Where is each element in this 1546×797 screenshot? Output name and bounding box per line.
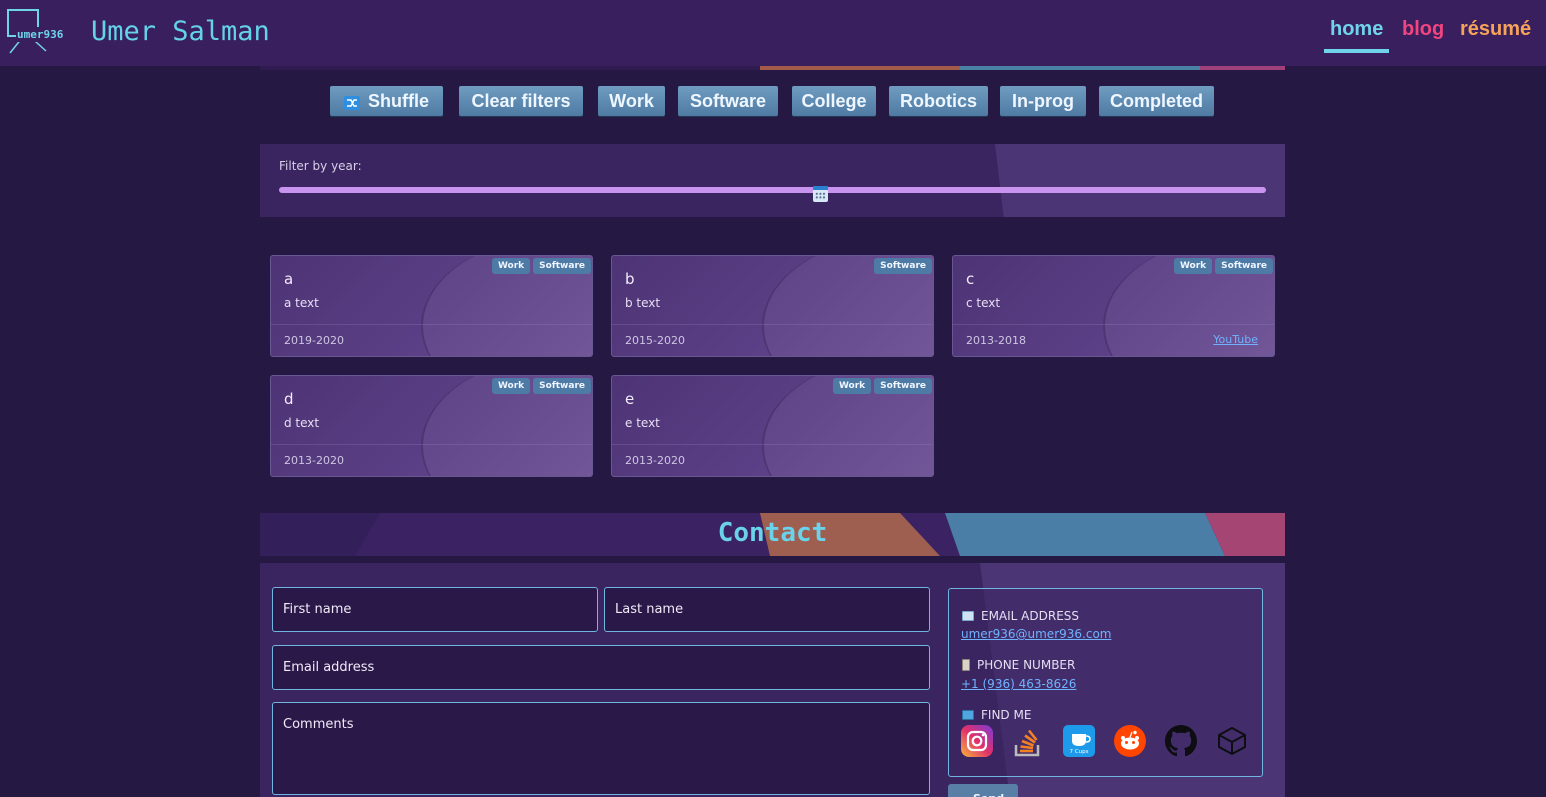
instagram-icon[interactable] — [961, 725, 993, 757]
site-header: umer936 Umer Salman home blog résumé — [0, 0, 1546, 66]
tag-badge[interactable]: Software — [533, 378, 591, 394]
reddit-icon[interactable] — [1114, 725, 1146, 757]
project-card[interactable]: d d text 2013-2020 Work Software — [270, 375, 593, 477]
contact-header-band: Contact — [260, 513, 1285, 556]
card-years: 2013-2020 — [284, 454, 344, 467]
phone-icon — [962, 659, 970, 671]
project-card[interactable]: c c text 2013-2018 YouTube Work Software — [952, 255, 1275, 357]
tag-badge[interactable]: Work — [832, 378, 872, 394]
clear-filters-button[interactable]: Clear filters — [459, 86, 583, 116]
stackoverflow-icon[interactable] — [1012, 725, 1044, 757]
year-filter-label: Filter by year: — [279, 159, 362, 173]
shuffle-icon — [344, 94, 360, 110]
github-icon[interactable] — [1165, 725, 1197, 757]
card-title: d — [284, 390, 294, 408]
tag-badge[interactable]: Software — [874, 378, 932, 394]
card-years: 2015-2020 — [625, 334, 685, 347]
card-text: e text — [625, 416, 660, 430]
card-years: 2013-2018 — [966, 334, 1026, 347]
year-filter-panel: Filter by year: — [260, 144, 1285, 217]
card-text: a text — [284, 296, 319, 310]
phone-link[interactable]: +1 (936) 463-8626 — [961, 677, 1076, 691]
email-label-text: EMAIL ADDRESS — [981, 609, 1080, 623]
filter-robotics-button[interactable]: Robotics — [889, 86, 988, 116]
last-name-field[interactable]: Last name — [604, 587, 930, 632]
youtube-link[interactable]: YouTube — [1213, 333, 1258, 346]
panel-decoration — [995, 144, 1285, 217]
computer-icon — [962, 710, 974, 720]
card-text: b text — [625, 296, 661, 310]
email-field[interactable]: Email address — [272, 645, 930, 690]
send-button[interactable]: Send — [948, 784, 1018, 797]
phone-label-text: PHONE NUMBER — [977, 658, 1076, 672]
card-tags: Work Software — [491, 378, 591, 394]
filter-work-button[interactable]: Work — [598, 86, 665, 116]
card-title: c — [966, 270, 975, 288]
shuffle-label: Shuffle — [368, 90, 429, 111]
first-name-field[interactable]: First name — [272, 587, 598, 632]
card-title: b — [625, 270, 635, 288]
filter-software-button[interactable]: Software — [678, 86, 778, 116]
nav-home[interactable]: home — [1330, 18, 1383, 41]
tag-badge[interactable]: Work — [491, 378, 531, 394]
project-card[interactable]: a a text 2019-2020 Work Software — [270, 255, 593, 357]
card-years: 2019-2020 — [284, 334, 344, 347]
card-text: c text — [966, 296, 1001, 310]
tag-badge[interactable]: Work — [1173, 258, 1213, 274]
tag-badge[interactable]: Software — [1215, 258, 1273, 274]
card-text: d text — [284, 416, 320, 430]
filter-completed-button[interactable]: Completed — [1099, 86, 1214, 116]
tag-badge[interactable]: Software — [874, 258, 932, 274]
card-tags: Work Software — [1173, 258, 1273, 274]
codepen-icon[interactable] — [1216, 725, 1248, 757]
email-info-label: EMAIL ADDRESS — [962, 609, 1079, 623]
site-title[interactable]: Umer Salman — [91, 16, 270, 47]
logo[interactable]: umer936 — [6, 7, 76, 57]
filter-inprog-button[interactable]: In-prog — [1000, 86, 1086, 116]
year-slider-track[interactable] — [279, 187, 1266, 193]
svg-text:umer936: umer936 — [17, 28, 64, 41]
envelope-icon — [962, 611, 974, 621]
7cups-icon[interactable]: 7 Cups — [1063, 725, 1095, 757]
phone-info-label: PHONE NUMBER — [962, 658, 1075, 672]
nav-blog[interactable]: blog — [1402, 18, 1444, 41]
nav-active-underline — [1324, 49, 1389, 53]
comments-field[interactable]: Comments — [272, 702, 930, 795]
year-slider-thumb[interactable] — [812, 186, 828, 202]
tag-badge[interactable]: Software — [533, 258, 591, 274]
nav-resume[interactable]: résumé — [1460, 18, 1531, 41]
card-tags: Work Software — [491, 258, 591, 274]
card-title: a — [284, 270, 294, 288]
find-me-label: FIND ME — [962, 708, 1031, 722]
shuffle-button[interactable]: Shuffle — [330, 86, 443, 116]
email-link[interactable]: umer936@umer936.com — [961, 627, 1111, 641]
filter-college-button[interactable]: College — [792, 86, 876, 116]
project-card[interactable]: e e text 2013-2020 Work Software — [611, 375, 934, 477]
card-title: e — [625, 390, 635, 408]
tag-badge[interactable]: Work — [491, 258, 531, 274]
contact-title: Contact — [717, 518, 828, 548]
calendar-icon — [814, 192, 826, 200]
card-tags: Software — [874, 258, 932, 274]
project-card[interactable]: b b text 2015-2020 Software — [611, 255, 934, 357]
card-tags: Work Software — [832, 378, 932, 394]
find-me-text: FIND ME — [981, 708, 1032, 722]
card-years: 2013-2020 — [625, 454, 685, 467]
svg-text:7 Cups: 7 Cups — [1070, 749, 1089, 755]
